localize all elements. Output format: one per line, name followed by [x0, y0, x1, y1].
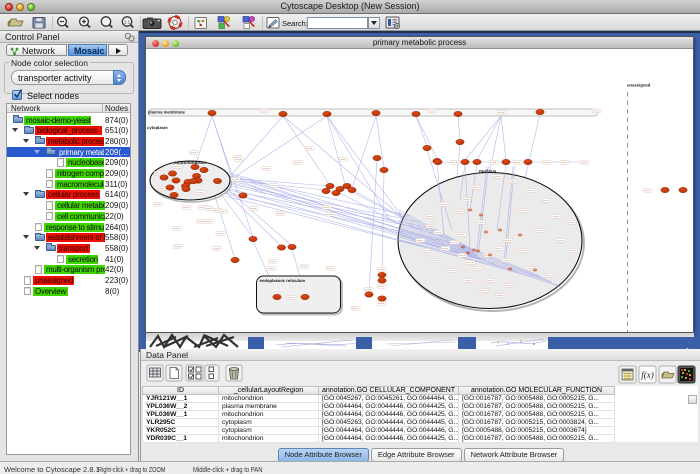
svg-text:plasma membrane: plasma membrane: [148, 109, 185, 114]
svg-text:1:1: 1:1: [124, 19, 131, 24]
svg-text:unassigned: unassigned: [627, 83, 651, 88]
svg-text:cytoplasm: cytoplasm: [147, 125, 168, 130]
svg-text:endoplasmic reticulum: endoplasmic reticulum: [260, 278, 306, 283]
svg-text:nucleus: nucleus: [479, 169, 497, 174]
svg-text:f(x): f(x): [641, 370, 654, 380]
